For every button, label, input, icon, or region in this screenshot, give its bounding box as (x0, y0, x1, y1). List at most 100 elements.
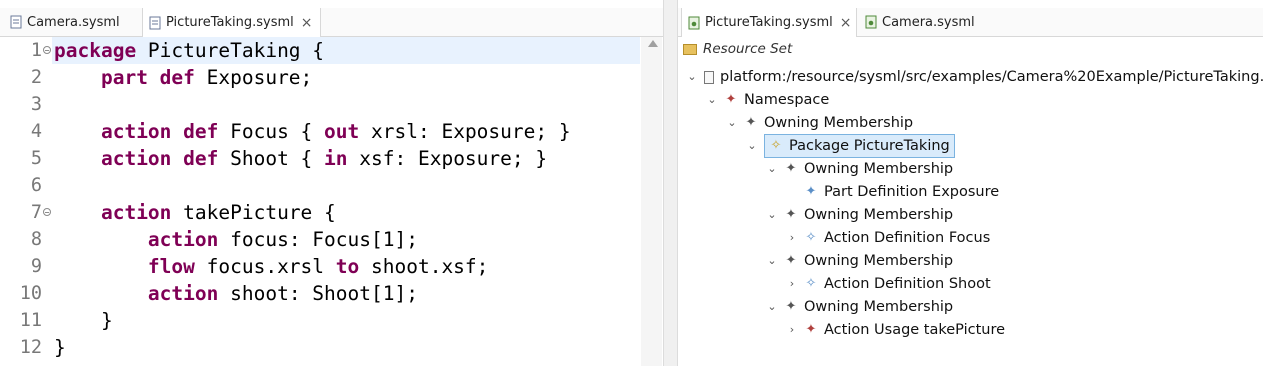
code-editor[interactable]: 1− package PictureTaking {2 part def Expo… (0, 37, 648, 366)
model-element-icon: ✧ (805, 276, 817, 291)
code-line[interactable]: 5 action def Shoot { in xsf: Exposure; } (0, 145, 640, 172)
tab-label: Camera.sysml (882, 14, 975, 30)
code-line[interactable]: 9 flow focus.xrsl to shoot.xsf; (0, 253, 640, 280)
code-line[interactable]: 8 action focus: Focus[1]; (0, 226, 640, 253)
scroll-up-arrow-icon[interactable] (648, 40, 658, 47)
code-text: part def Exposure; (54, 64, 312, 91)
tab-picturetaking-sysml[interactable]: PictureTaking.sysml × (142, 8, 321, 37)
tab-camera-sysml-explorer[interactable]: Camera.sysml (859, 8, 979, 36)
line-number: 6 (30, 175, 42, 196)
tree-item[interactable]: ✦ Owning Membership (784, 158, 954, 180)
tree-node[interactable]: ⌄ ✦ Namespace (706, 89, 829, 111)
editor-tabbar: Camera.sysml PictureTaking.sysml × (0, 8, 663, 37)
tree-node[interactable]: ⌄ ✦ Owning Membership (766, 296, 953, 318)
code-token: Focus { (218, 120, 325, 143)
expand-chevron-icon[interactable]: ⌄ (726, 112, 738, 134)
model-element-icon: ✦ (725, 92, 737, 107)
code-line[interactable]: 10 action shoot: Shoot[1]; (0, 280, 640, 307)
resource-set-label: Resource Set (703, 41, 793, 57)
collapsed-chevron-icon[interactable]: › (786, 319, 798, 341)
keyword: flow (147, 255, 195, 278)
fold-toggle-icon[interactable]: − (43, 208, 51, 217)
line-number: 1 (30, 40, 42, 61)
code-token: focus.xrsl (194, 255, 336, 278)
fold-toggle-icon[interactable]: − (43, 46, 51, 55)
tree-item[interactable]: ✦ Part Definition Exposure (804, 181, 1000, 203)
expand-chevron-icon[interactable]: ⌄ (706, 89, 718, 111)
keyword: action def (100, 147, 219, 170)
code-text: action def Focus { out xrsl: Exposure; } (54, 118, 571, 145)
code-line[interactable]: 3 (0, 91, 640, 118)
tree-node-label: Action Definition Focus (824, 230, 991, 246)
tree-node[interactable]: ⌄ ✦ Owning Membership (766, 250, 953, 272)
tree-item[interactable]: ✧ Action Definition Focus (804, 227, 991, 249)
model-element-icon: ✦ (805, 184, 817, 199)
code-line[interactable]: 2 part def Exposure; (0, 64, 640, 91)
line-number: 5 (30, 148, 42, 169)
tree-item[interactable]: platform:/resource/sysml/src/examples/Ca… (704, 66, 1263, 88)
code-text: action def Shoot { in xsf: Exposure; } (54, 145, 547, 172)
code-token: PictureTaking { (136, 39, 325, 62)
folder-icon (683, 43, 697, 55)
model-element-icon: ✦ (785, 253, 797, 268)
tree-node[interactable]: ✦ Part Definition Exposure (786, 181, 1000, 203)
tree-node[interactable]: ⌄ ✦ Owning Membership (726, 112, 913, 134)
tree-node[interactable]: ⌄ ✦ Owning Membership (766, 204, 953, 226)
tree-item[interactable]: ✦ Owning Membership (784, 296, 954, 318)
tab-camera-sysml[interactable]: Camera.sysml (4, 8, 139, 36)
code-token: xrsl: Exposure; } (359, 120, 571, 143)
collapsed-chevron-icon[interactable]: › (786, 273, 798, 295)
code-line[interactable]: 4 action def Focus { out xrsl: Exposure;… (0, 118, 640, 145)
selected-tree-item[interactable]: ✧ Package PictureTaking (764, 134, 955, 158)
code-token: shoot: Shoot[1]; (218, 282, 418, 305)
tree-node[interactable]: ⌄ platform:/resource/sysml/src/examples/C… (686, 66, 1263, 88)
tree-item[interactable]: ✧ Action Definition Shoot (804, 273, 991, 295)
code-line[interactable]: 1− package PictureTaking { (0, 37, 640, 64)
model-element-icon: ✦ (745, 115, 757, 130)
sysml-file-icon (688, 16, 700, 30)
expand-chevron-icon[interactable]: ⌄ (686, 66, 698, 88)
tree-item[interactable]: ✦ Owning Membership (744, 112, 914, 134)
tree-item[interactable]: ✦ Owning Membership (784, 250, 954, 272)
expand-chevron-icon[interactable]: ⌄ (766, 250, 778, 272)
expand-chevron-icon[interactable]: ⌄ (766, 296, 778, 318)
model-element-icon: ✧ (805, 230, 817, 245)
explorer-tabbar: PictureTaking.sysml × Camera.sysml (678, 8, 1263, 37)
code-line[interactable]: 12} (0, 334, 640, 361)
tree-item[interactable]: ✦ Owning Membership (784, 204, 954, 226)
tree-node[interactable]: › ✧ Action Definition Focus (786, 227, 990, 249)
line-number: 3 (30, 94, 42, 115)
tree-node[interactable]: › ✧ Action Definition Shoot (786, 273, 991, 295)
code-token: Exposure; (194, 66, 313, 89)
close-icon[interactable]: × (840, 15, 852, 31)
vertical-scrollbar[interactable] (641, 37, 662, 366)
tab-label: Camera.sysml (27, 14, 120, 30)
tree-item[interactable]: ✦ Namespace (724, 89, 830, 111)
code-line[interactable]: 11 } (0, 307, 640, 334)
line-number: 10 (19, 283, 42, 304)
tree-item[interactable]: ✦ Action Usage takePicture (804, 319, 1006, 341)
expand-chevron-icon[interactable]: ⌄ (766, 158, 778, 180)
resource-set-header: Resource Set (683, 38, 792, 60)
close-icon[interactable]: × (301, 15, 313, 31)
tree-node[interactable]: › ✦ Action Usage takePicture (786, 319, 1005, 341)
expand-chevron-icon[interactable]: ⌄ (746, 135, 758, 157)
tree-node[interactable]: ⌄ ✦ Owning Membership (766, 158, 953, 180)
code-text: } (54, 307, 113, 334)
collapsed-chevron-icon[interactable]: › (786, 227, 798, 249)
model-element-icon: ✦ (785, 299, 797, 314)
expand-chevron-icon[interactable]: ⌄ (766, 204, 778, 226)
tree-node[interactable]: ⌄ ✧ Package PictureTaking (746, 134, 955, 158)
code-line[interactable]: 6 (0, 172, 640, 199)
tree-node-label: Action Definition Shoot (824, 276, 991, 292)
tab-picturetaking-sysml-explorer[interactable]: PictureTaking.sysml × (681, 8, 857, 37)
pane-divider[interactable] (663, 0, 678, 366)
code-text: action takePicture { (54, 199, 336, 226)
model-element-icon: ✦ (805, 322, 817, 337)
code-token: } (54, 336, 66, 359)
code-text: package PictureTaking { (54, 37, 324, 64)
code-line[interactable]: 7− action takePicture { (0, 199, 640, 226)
